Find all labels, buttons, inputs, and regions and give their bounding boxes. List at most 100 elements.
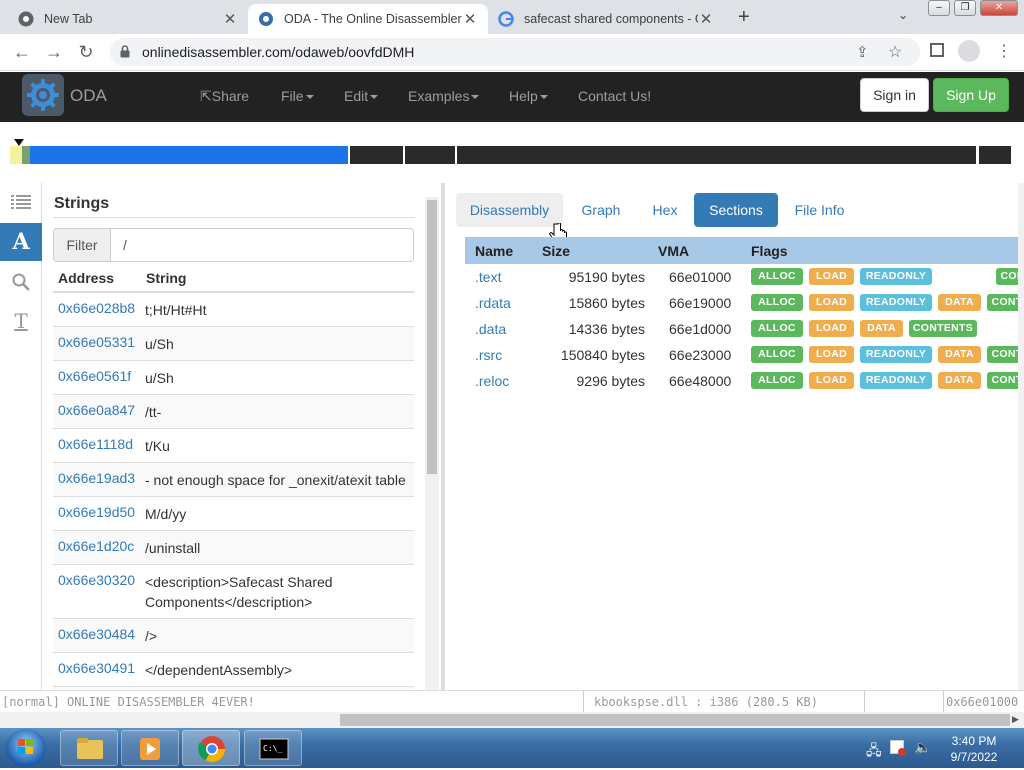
profile-avatar-icon[interactable] xyxy=(958,40,980,62)
tab-hex[interactable]: Hex xyxy=(641,193,689,227)
tab-graph[interactable]: Graph xyxy=(571,193,631,227)
file-menu[interactable]: File xyxy=(281,88,314,104)
minimize-button[interactable]: – xyxy=(928,0,950,16)
strings-font-icon[interactable]: A xyxy=(0,223,42,261)
address-link[interactable]: 0x66e0a847 xyxy=(58,402,135,418)
table-row[interactable]: 0x66e0561f u/Sh xyxy=(53,361,414,395)
volume-icon[interactable]: 🔈 xyxy=(914,739,931,756)
section-name-link[interactable]: .reloc xyxy=(475,373,509,389)
scroll-right-arrow-icon[interactable]: ▶ xyxy=(1012,714,1019,725)
sign-up-button[interactable]: Sign Up xyxy=(933,78,1009,112)
table-row[interactable]: 0x66e0a847/tt- xyxy=(53,395,414,429)
tab-file-info[interactable]: File Info xyxy=(787,193,852,227)
forward-arrow-icon[interactable]: → xyxy=(42,40,66,64)
close-icon[interactable]: ✕ xyxy=(222,10,238,28)
close-window-button[interactable]: ✕ xyxy=(980,0,1018,16)
edit-menu[interactable]: Edit xyxy=(344,88,379,104)
size-column-header[interactable]: Size xyxy=(542,243,570,259)
section-name-link[interactable]: .data xyxy=(475,321,506,337)
examples-menu[interactable]: Examples xyxy=(408,88,480,104)
tab-new-tab[interactable]: New Tab ✕ xyxy=(8,4,248,34)
string-column-header[interactable]: String xyxy=(146,270,186,286)
tab-oda[interactable]: ODA - The Online Disassembler ✕ xyxy=(248,4,488,34)
table-row[interactable]: 0x66e028b8 t;Ht/Ht#Ht xyxy=(53,293,414,327)
table-row[interactable]: 0x66e30491 </dependentAssembly> xyxy=(53,653,414,687)
start-button-icon[interactable] xyxy=(6,729,46,767)
address-column-header[interactable]: Address xyxy=(58,270,114,286)
url-field[interactable]: onlinedisassembler.com/odaweb/oovfdDMH ⇪… xyxy=(110,38,920,66)
table-row[interactable]: 0x66e30320 <description>Safecast Shared C… xyxy=(53,565,414,619)
tab-title: safecast shared components - Go xyxy=(524,12,698,26)
table-row[interactable]: 0x66e1118d t/Ku xyxy=(53,429,414,463)
scrollbar-thumb[interactable] xyxy=(340,714,1010,726)
share-icon[interactable]: ⇪ xyxy=(856,43,869,61)
scrollbar-thumb[interactable] xyxy=(427,200,437,474)
address-link[interactable]: 0x66e028b8 xyxy=(58,300,135,316)
position-marker-icon[interactable] xyxy=(14,139,24,146)
sidebar-icons: A T xyxy=(0,183,42,690)
restore-button[interactable]: ❐ xyxy=(954,0,976,16)
table-row[interactable]: .rsrc 150840 bytes 66e23000 ALLOC LOAD READON… xyxy=(465,342,1018,368)
vma-column-header[interactable]: VMA xyxy=(658,243,689,259)
table-row[interactable]: 0x66e1d20c/uninstall xyxy=(53,531,414,565)
action-center-flag-icon[interactable] xyxy=(890,740,906,756)
sign-in-button[interactable]: Sign in xyxy=(860,78,929,112)
section-size: 150840 bytes xyxy=(560,347,645,363)
explorer-taskbar-icon[interactable] xyxy=(60,730,118,766)
section-name-link[interactable]: .rdata xyxy=(475,295,511,311)
flags-column-header[interactable]: Flags xyxy=(751,243,788,259)
close-icon[interactable]: ✕ xyxy=(462,10,478,28)
name-column-header[interactable]: Name xyxy=(475,243,513,259)
network-icon[interactable]: 🖧 xyxy=(866,740,882,764)
bookmark-star-icon[interactable]: ☆ xyxy=(888,42,902,62)
system-clock[interactable]: 3:40 PM 9/7/2022 xyxy=(944,733,1004,765)
share-menu[interactable]: ⇱Share xyxy=(200,88,249,105)
reload-icon[interactable]: ↻ xyxy=(74,40,98,64)
address-link[interactable]: 0x66e1d20c xyxy=(58,538,134,554)
tab-sections[interactable]: Sections xyxy=(694,193,778,227)
tab-search-chevron-icon[interactable]: ⌄ xyxy=(898,8,908,22)
close-icon[interactable]: ✕ xyxy=(698,10,714,28)
tab-google-search[interactable]: safecast shared components - Go ✕ xyxy=(488,4,724,34)
new-tab-button[interactable]: + xyxy=(738,6,750,29)
address-link[interactable]: 0x66e1118d xyxy=(58,436,133,452)
navigation-minimap[interactable] xyxy=(0,122,1024,182)
table-row[interactable]: 0x66e19d50 M/d/yy xyxy=(53,497,414,531)
table-row[interactable]: .reloc 9296 bytes 66e48000 ALLOC LOAD READONL… xyxy=(465,368,1018,394)
section-name-link[interactable]: .rsrc xyxy=(475,347,502,363)
browser-menu-icon[interactable]: ⋮ xyxy=(996,41,1012,61)
tab-disassembly[interactable]: Disassembly xyxy=(456,193,563,227)
strings-scrollbar[interactable] xyxy=(425,197,439,690)
flag-badge: LOAD xyxy=(809,320,854,337)
address-link[interactable]: 0x66e30320 xyxy=(58,572,135,588)
address-link[interactable]: 0x66e30484 xyxy=(58,626,135,642)
contact-link[interactable]: Contact Us! xyxy=(578,88,651,104)
address-link[interactable]: 0x66e30491 xyxy=(58,660,135,676)
text-icon[interactable]: T xyxy=(0,302,42,340)
page-horizontal-scrollbar[interactable]: ▶ xyxy=(0,712,1024,728)
table-row[interactable]: .data 14336 bytes 66e1d000 ALLOC LOAD DATA CON… xyxy=(465,316,1018,342)
oda-brand[interactable]: ODA xyxy=(70,86,107,106)
table-row[interactable]: 0x66e05331 u/Sh xyxy=(53,327,414,361)
filter-input[interactable]: / xyxy=(123,237,127,253)
help-menu[interactable]: Help xyxy=(509,88,548,104)
table-row[interactable]: .rdata 15860 bytes 66e19000 ALLOC LOAD READON… xyxy=(465,290,1018,316)
table-row[interactable]: 0x66e30484 /> xyxy=(53,619,414,653)
chrome-taskbar-icon[interactable] xyxy=(182,730,240,766)
list-icon[interactable] xyxy=(0,183,42,221)
media-player-taskbar-icon[interactable] xyxy=(121,730,179,766)
table-row[interactable]: .text 95190 bytes 66e01000 ALLOC LOAD READONL… xyxy=(465,264,1018,290)
table-row[interactable]: 0x66e19ad3 - not enough space for _onexit… xyxy=(53,463,414,497)
oda-gear-logo-icon[interactable] xyxy=(22,74,64,116)
flag-badge: ALLOC xyxy=(751,294,803,311)
address-link[interactable]: 0x66e19ad3 xyxy=(58,470,135,486)
section-name-link[interactable]: .text xyxy=(475,269,501,285)
address-link[interactable]: 0x66e19d50 xyxy=(58,504,135,520)
search-icon[interactable] xyxy=(0,263,42,301)
address-link[interactable]: 0x66e05331 xyxy=(58,334,135,350)
side-panel-icon[interactable] xyxy=(930,43,944,57)
address-link[interactable]: 0x66e0561f xyxy=(58,368,131,384)
right-panel-scrollbar[interactable] xyxy=(1018,183,1024,690)
cmd-taskbar-icon[interactable]: C:\_ xyxy=(244,730,302,766)
back-arrow-icon[interactable]: ← xyxy=(10,40,34,64)
